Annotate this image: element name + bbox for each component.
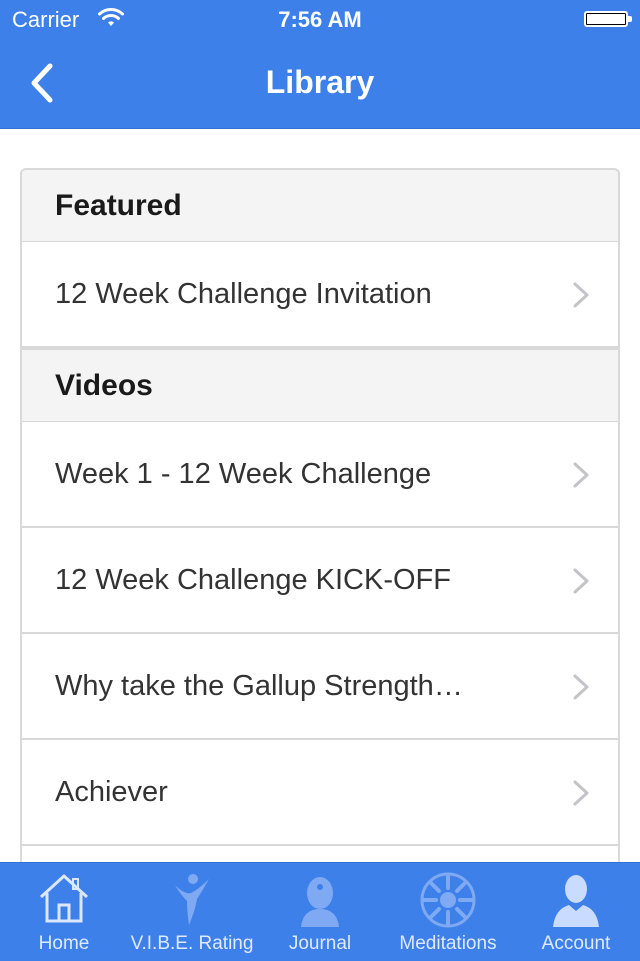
tab-label: Account [541, 933, 611, 954]
chevron-right-icon [573, 462, 589, 488]
tab-label: Meditations [399, 933, 497, 954]
chevron-right-icon [573, 282, 589, 308]
tab-label: Home [38, 933, 90, 954]
list-item-label: 12 Week Challenge Invitation [55, 277, 432, 310]
tab-account[interactable]: Account [512, 863, 640, 961]
list-item-label: Week 1 - 12 Week Challenge [55, 457, 432, 490]
list-item[interactable]: Week 1 - 12 Week Challenge [20, 422, 620, 528]
page-title: Library [265, 64, 375, 100]
tab-vibe-rating[interactable]: V.I.B.E. Rating [128, 863, 256, 961]
person-icon [549, 871, 603, 934]
library-list[interactable]: Featured 12 Week Challenge Invitation Vi… [20, 168, 620, 862]
list-item-label: 12 Week Challenge KICK-OFF [55, 563, 451, 596]
status-time: 7:56 AM [278, 7, 362, 32]
status-bar: Carrier 7:56 AM [0, 0, 640, 40]
section-header-featured: Featured [20, 168, 620, 242]
section-header-videos: Videos [20, 348, 620, 422]
battery-icon [584, 11, 632, 27]
list-item-partial[interactable] [20, 846, 620, 862]
chevron-right-icon [573, 780, 589, 806]
list-item[interactable]: Achiever [20, 740, 620, 846]
list-item-label: Achiever [55, 775, 168, 808]
tab-label: V.I.B.E. Rating [130, 933, 254, 954]
chevron-right-icon [573, 674, 589, 700]
list-item[interactable]: 12 Week Challenge Invitation [20, 242, 620, 348]
list-item-label: Why take the Gallup Strength… [55, 669, 463, 702]
chevron-right-icon [573, 568, 589, 594]
mandala-icon [419, 871, 477, 934]
list-item[interactable]: 12 Week Challenge KICK-OFF [20, 528, 620, 634]
tab-bar: Home V.I.B.E. Rating Journal Meditations… [0, 862, 640, 961]
tab-journal[interactable]: Journal [256, 863, 384, 961]
top-bar: Carrier 7:56 AM Library [0, 0, 640, 129]
tab-home[interactable]: Home [0, 863, 128, 961]
figure-icon [165, 871, 219, 934]
tab-label: Journal [288, 933, 352, 954]
tab-meditations[interactable]: Meditations [384, 863, 512, 961]
head-icon [293, 871, 347, 934]
house-icon [37, 871, 91, 930]
list-item[interactable]: Why take the Gallup Strength… [20, 634, 620, 740]
